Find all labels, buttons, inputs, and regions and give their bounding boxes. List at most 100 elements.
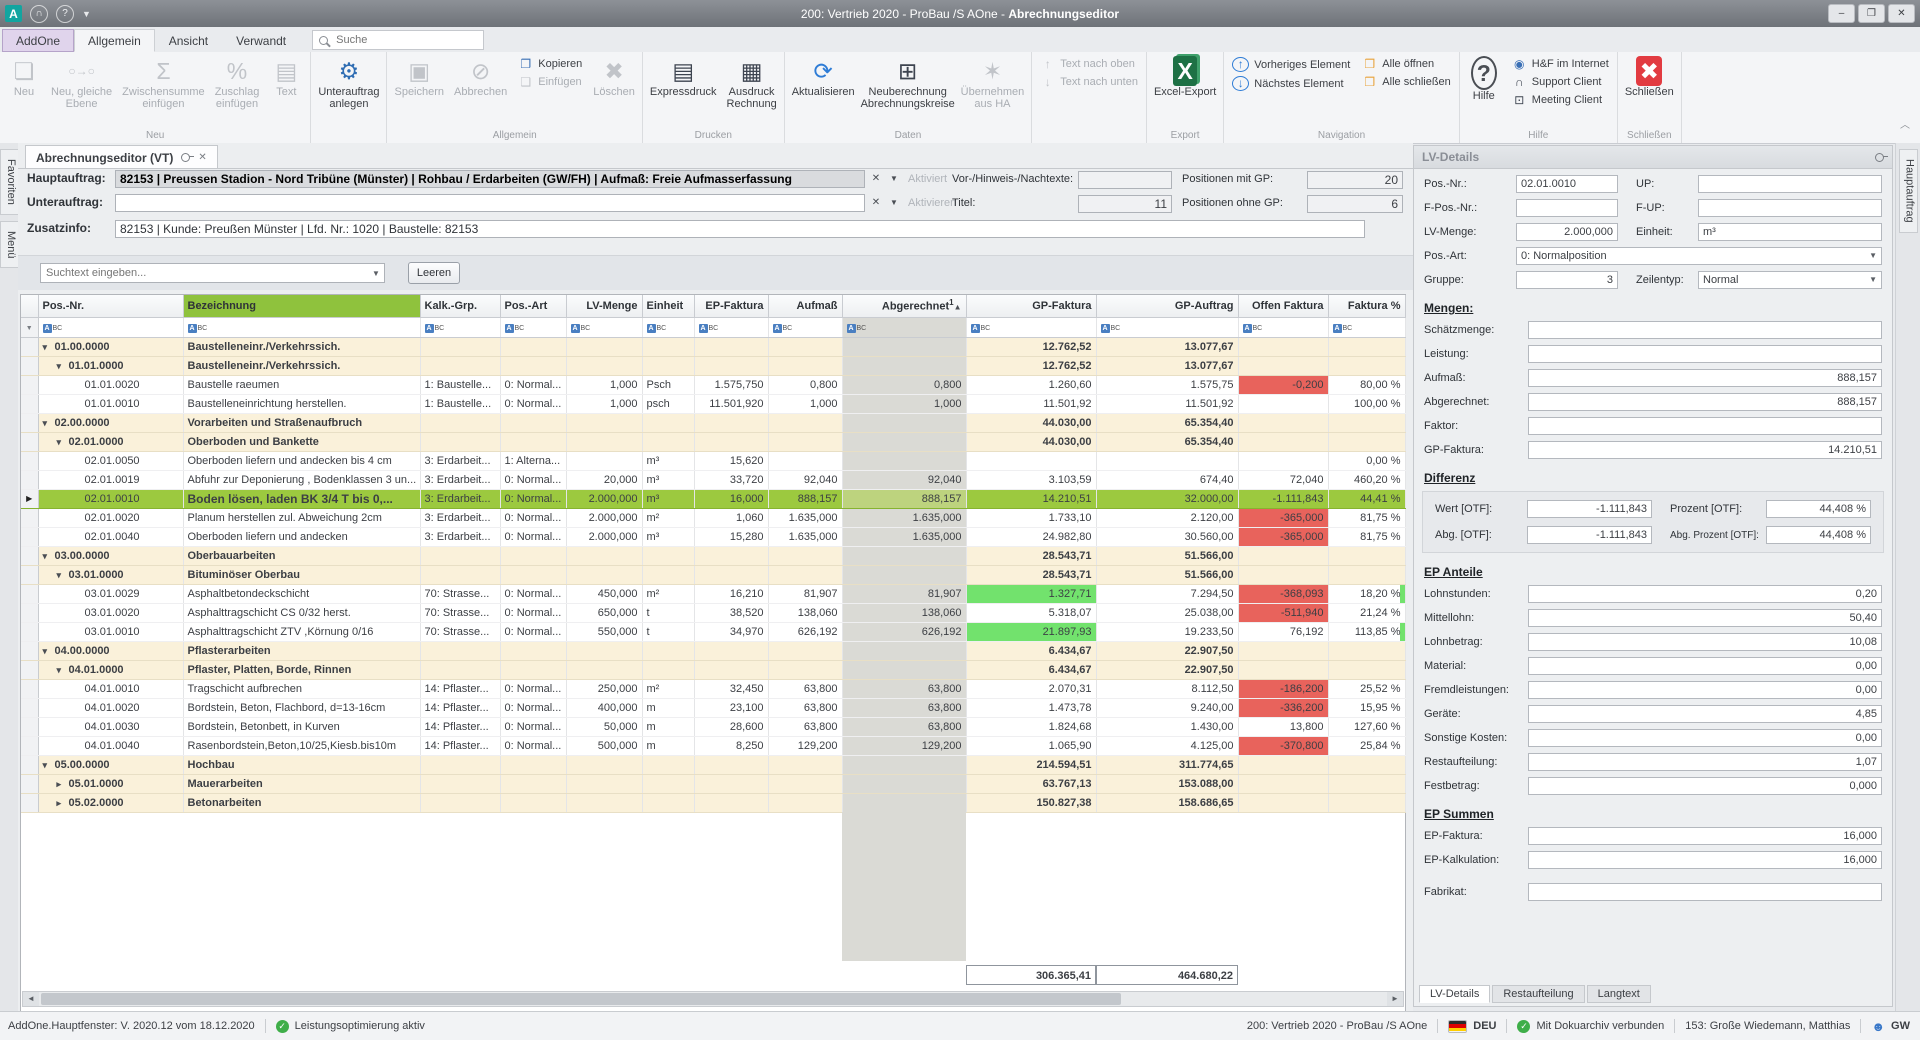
grid-cell-pos[interactable]: ▾ 01.00.0000: [38, 337, 184, 357]
grid-cell-gpa[interactable]: 51.566,00: [1096, 546, 1239, 566]
grid-cell-abg[interactable]: [842, 660, 967, 680]
panel-tab-lv-details[interactable]: LV-Details: [1419, 985, 1491, 1003]
grid-cell-gpf[interactable]: 12.762,52: [966, 356, 1097, 376]
grid-cell-abg[interactable]: [842, 413, 967, 433]
f-up-field[interactable]: [1698, 199, 1882, 217]
grid-cell-pos[interactable]: ▸ 05.01.0000: [38, 774, 184, 794]
row-indicator-cell[interactable]: [21, 660, 39, 680]
ausdruck-rechnung-button[interactable]: ▦ Ausdruck Rechnung: [722, 53, 782, 129]
grid-cell-auf[interactable]: 0,800: [768, 375, 843, 395]
meeting-client-button[interactable]: ⊡ Meeting Client: [1510, 93, 1611, 107]
collapse-row-icon[interactable]: ▾: [43, 551, 55, 562]
grid-cell-auf[interactable]: 63,800: [768, 679, 843, 699]
grid-cell-auf[interactable]: 138,060: [768, 603, 843, 623]
grid-cell-art[interactable]: [500, 641, 567, 661]
panel-tab-restaufteilung[interactable]: Restaufteilung: [1492, 985, 1585, 1003]
grid-cell-auf[interactable]: [768, 793, 843, 813]
grid-cell-off[interactable]: -368,093: [1238, 584, 1329, 604]
filter-cell-name[interactable]: A BC: [183, 317, 421, 338]
alle-oeffnen-button[interactable]: ❒ Alle öffnen: [1360, 57, 1452, 71]
ep-summe-field[interactable]: 16,000: [1528, 827, 1882, 845]
grid-cell-off[interactable]: -365,000: [1238, 527, 1329, 547]
grid-cell-pos[interactable]: ▾ 02.01.0000: [38, 432, 184, 452]
grid-cell-name[interactable]: Oberbauarbeiten: [183, 546, 421, 566]
search-text-input[interactable]: [41, 267, 368, 279]
grid-cell-art[interactable]: 0: Normal...: [500, 603, 567, 623]
close-tab-icon[interactable]: ✕: [198, 152, 206, 163]
pos-nr-field[interactable]: 02.01.0010: [1516, 175, 1618, 193]
grid-cell-auf[interactable]: 1.635,000: [768, 508, 843, 528]
grid-cell-ep[interactable]: [694, 793, 769, 813]
grid-cell-eh[interactable]: m²: [642, 508, 695, 528]
grid-cell-gpa[interactable]: 1.430,00: [1096, 717, 1239, 737]
filter-cell-art[interactable]: A BC: [500, 317, 567, 338]
filter-cell-mg[interactable]: A BC: [566, 317, 643, 338]
grid-cell-ep[interactable]: [694, 755, 769, 775]
grid-cell-auf[interactable]: [768, 755, 843, 775]
row-indicator-cell[interactable]: [21, 413, 39, 433]
filter-cell-off[interactable]: A BC: [1238, 317, 1329, 338]
grid-cell-pos[interactable]: ▾ 04.01.0000: [38, 660, 184, 680]
grid-cell-name[interactable]: Oberboden liefern und andecken: [183, 527, 421, 547]
grid-row-02.01.0010[interactable]: ▶ 02.01.0010 Boden lösen, laden BK 3/4 T b…: [21, 489, 1406, 509]
unterauftrag-anlegen-button[interactable]: ⚙ Unterauftrag anlegen: [313, 53, 384, 129]
column-header-off[interactable]: Offen Faktura: [1238, 295, 1329, 318]
ribbon-search-box[interactable]: [312, 30, 485, 50]
grid-cell-auf[interactable]: 63,800: [768, 698, 843, 718]
grid-cell-gpa[interactable]: 25.038,00: [1096, 603, 1239, 623]
grid-cell-gpf[interactable]: 12.762,52: [966, 337, 1097, 357]
grid-cell-abg[interactable]: 81,907: [842, 584, 967, 604]
grid-cell-gpf[interactable]: 1.065,90: [966, 736, 1097, 756]
uebernehmen-aus-ha-button[interactable]: ✶ Übernehmen aus HA: [956, 53, 1030, 129]
tab-addone[interactable]: AddOne: [2, 29, 75, 52]
grid-cell-auf[interactable]: 129,200: [768, 736, 843, 756]
lv-menge-field[interactable]: 2.000,000: [1516, 223, 1618, 241]
grid-cell-mg[interactable]: 1,000: [566, 375, 643, 395]
grid-cell-abg[interactable]: 1.635,000: [842, 527, 967, 547]
grid-cell-abg[interactable]: 1,000: [842, 394, 967, 414]
collapse-row-icon[interactable]: ▾: [57, 361, 69, 372]
grid-cell-kalk[interactable]: 3: Erdarbeit...: [420, 470, 501, 490]
ep-anteil-field[interactable]: 0,20: [1528, 585, 1882, 603]
grid-cell-mg[interactable]: 50,000: [566, 717, 643, 737]
filter-cell-pct[interactable]: A BC: [1328, 317, 1406, 338]
grid-cell-gpf[interactable]: 24.982,80: [966, 527, 1097, 547]
schaetzmenge-field[interactable]: [1528, 321, 1882, 339]
grid-cell-name[interactable]: Boden lösen, laden BK 3/4 T bis 0,...: [183, 489, 421, 509]
grid-row-04.01.0020[interactable]: 04.01.0020 Bordstein, Beton, Flachbord, d…: [21, 698, 1406, 718]
grid-cell-art[interactable]: 1: Alterna...: [500, 451, 567, 471]
quick-access-dropdown-icon[interactable]: ▼: [82, 9, 91, 19]
aktualisieren-button[interactable]: ⟳ Aktualisieren: [787, 53, 860, 129]
hilfe-button[interactable]: ? Hilfe: [1462, 53, 1506, 129]
filter-funnel-cell[interactable]: ▼: [21, 317, 39, 338]
grid-cell-mg[interactable]: [566, 755, 643, 775]
support-client-button[interactable]: ∩ Support Client: [1510, 75, 1611, 89]
text-button[interactable]: ▤ Text: [264, 53, 308, 129]
grid-cell-pct[interactable]: [1328, 774, 1406, 794]
grid-cell-off[interactable]: [1238, 451, 1329, 471]
grid-cell-art[interactable]: 0: Normal...: [500, 622, 567, 642]
grid-cell-pct[interactable]: [1328, 641, 1406, 661]
ep-anteil-field[interactable]: 50,40: [1528, 609, 1882, 627]
grid-cell-gpa[interactable]: 13.077,67: [1096, 356, 1239, 376]
grid-cell-abg[interactable]: [842, 755, 967, 775]
grid-cell-gpa[interactable]: 65.354,40: [1096, 413, 1239, 433]
grid-cell-pct[interactable]: [1328, 793, 1406, 813]
grid-cell-art[interactable]: 0: Normal...: [500, 470, 567, 490]
collapse-row-icon[interactable]: ▾: [43, 418, 55, 429]
collapse-row-icon[interactable]: ▾: [57, 437, 69, 448]
grid-cell-off[interactable]: -336,200: [1238, 698, 1329, 718]
grid-cell-eh[interactable]: m²: [642, 584, 695, 604]
collapse-ribbon-icon[interactable]: ︿: [1900, 116, 1910, 131]
grid-cell-name[interactable]: Asphalttragschicht ZTV ,Körnung 0/16: [183, 622, 421, 642]
grid-cell-kalk[interactable]: 70: Strasse...: [420, 603, 501, 623]
grid-cell-mg[interactable]: [566, 337, 643, 357]
grid-cell-art[interactable]: 0: Normal...: [500, 698, 567, 718]
grid-cell-off[interactable]: -186,200: [1238, 679, 1329, 699]
column-header-eh[interactable]: Einheit: [642, 295, 695, 318]
grid-cell-kalk[interactable]: 3: Erdarbeit...: [420, 489, 501, 509]
grid-cell-gpf[interactable]: 5.318,07: [966, 603, 1097, 623]
grid-cell-ep[interactable]: [694, 641, 769, 661]
tab-verwandt[interactable]: Verwandt: [222, 29, 300, 52]
grid-cell-ep[interactable]: 1,060: [694, 508, 769, 528]
